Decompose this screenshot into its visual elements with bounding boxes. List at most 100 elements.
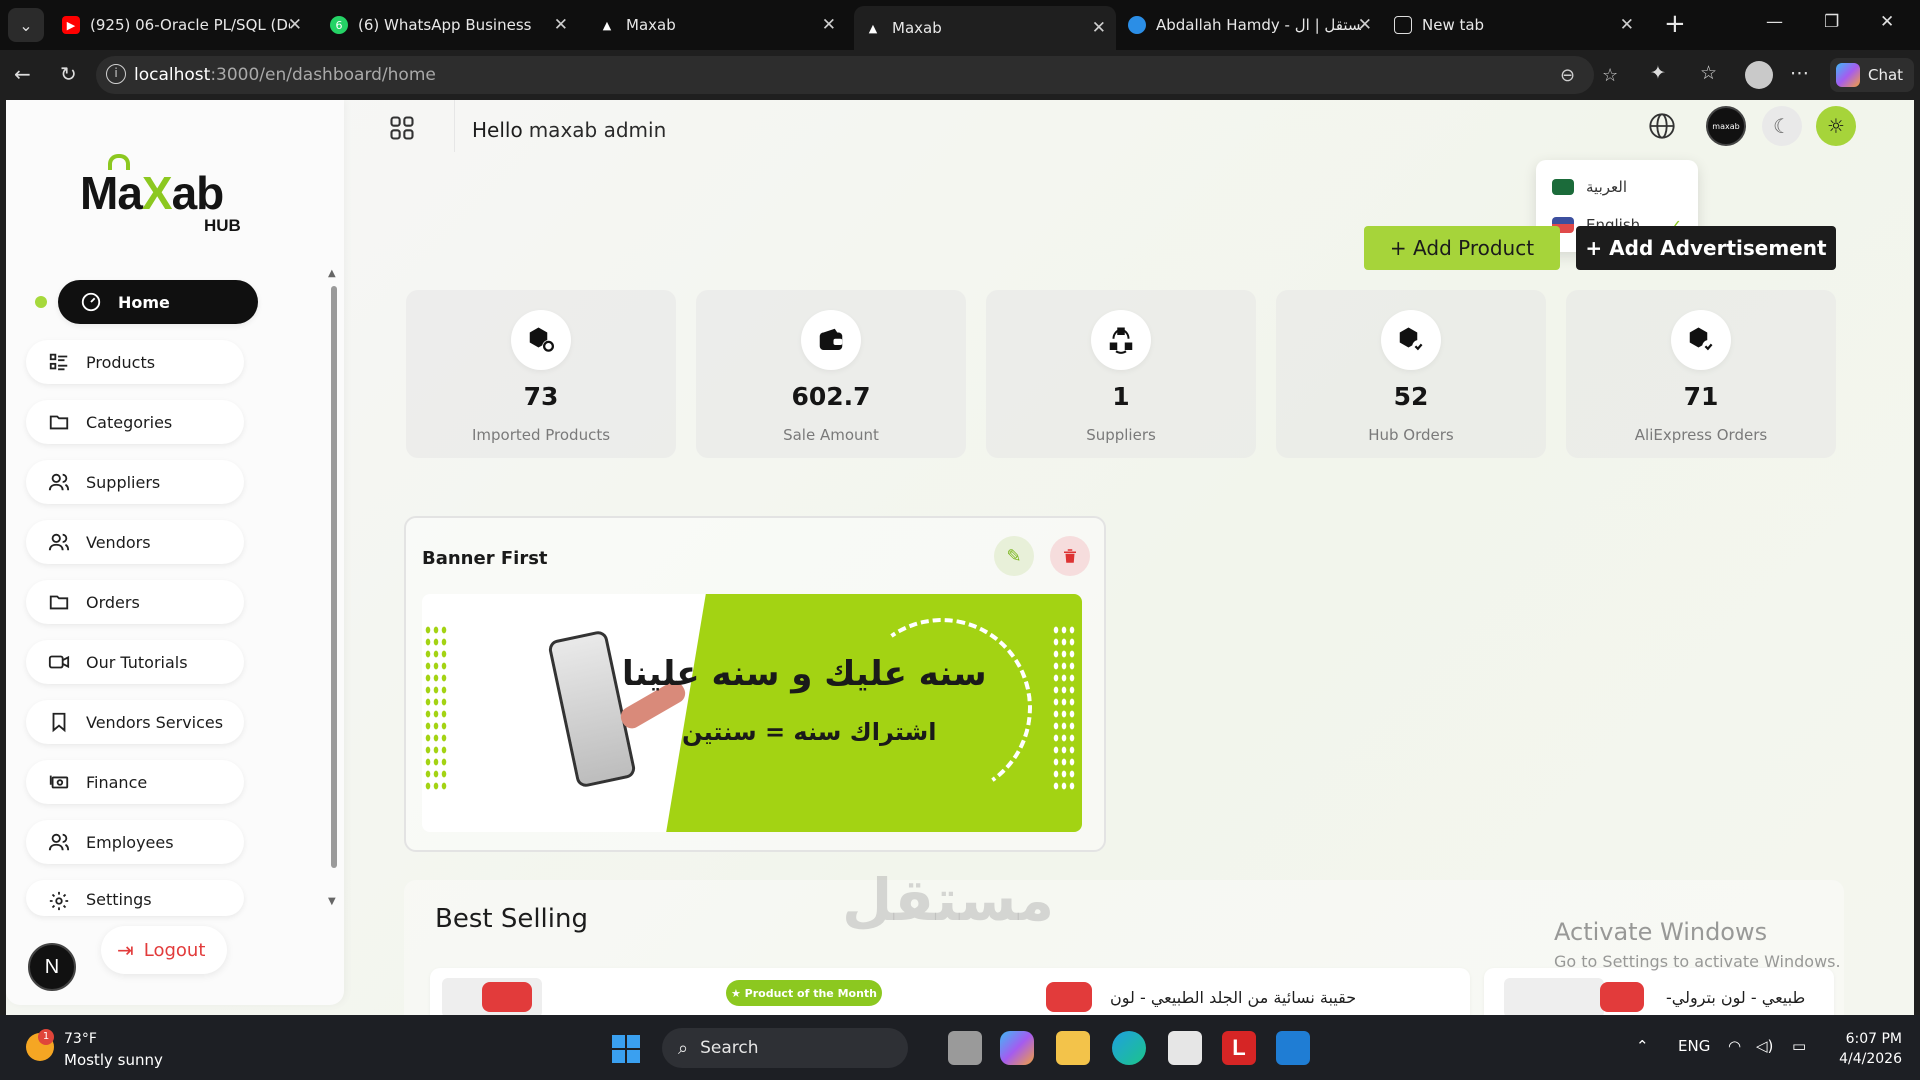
greeting: Hello maxab admin <box>472 118 666 142</box>
product-title[interactable]: حقيبة نسائية من الجلد الطبيعي - لون <box>1110 988 1356 1007</box>
window-close-icon[interactable]: ✕ <box>1880 12 1894 32</box>
language-globe-button[interactable] <box>1642 106 1682 146</box>
taskbar-search[interactable]: ⌕ Search <box>662 1028 908 1068</box>
restore-icon[interactable]: ❐ <box>1824 12 1839 32</box>
info-icon[interactable]: i <box>106 64 126 84</box>
reading-mode-icon[interactable]: ⊖ <box>1560 65 1575 86</box>
sidebar-item-orders[interactable]: Orders <box>26 580 244 624</box>
close-icon[interactable]: ✕ <box>1358 15 1372 35</box>
edge-browser-icon[interactable] <box>1112 1031 1146 1065</box>
battery-icon[interactable]: ▭ <box>1792 1037 1806 1055</box>
tab-title: Maxab <box>892 19 942 37</box>
scroll-up-arrow-icon[interactable]: ▲ <box>328 268 336 279</box>
sidebar-item-our-tutorials[interactable]: Our Tutorials <box>26 640 244 684</box>
file-explorer-icon[interactable] <box>1056 1031 1090 1065</box>
wifi-icon[interactable]: ◠ <box>1728 1037 1741 1055</box>
new-tab-plus-icon[interactable]: + <box>1664 10 1686 38</box>
sidebar-item-vendors[interactable]: Vendors <box>26 520 244 564</box>
banner-dots-decoration <box>1052 624 1076 794</box>
close-icon[interactable]: ✕ <box>1620 15 1634 35</box>
tab-actions-menu-button[interactable]: ⌄ <box>8 8 44 42</box>
browser-tab[interactable]: New tab ✕ <box>1384 6 1644 44</box>
video-icon <box>48 651 70 673</box>
system-clock[interactable]: 6:07 PM 4/4/2026 <box>1826 1029 1902 1069</box>
close-icon[interactable]: ✕ <box>288 15 302 35</box>
sidebar-item-employees[interactable]: Employees <box>26 820 244 864</box>
grid-menu-button[interactable] <box>384 110 420 146</box>
mostaql-icon <box>1128 16 1146 34</box>
input-language[interactable]: ENG <box>1678 1037 1710 1055</box>
stat-label: Hub Orders <box>1368 426 1454 444</box>
back-arrow-icon[interactable]: ← <box>14 62 31 86</box>
app-l-icon[interactable]: L <box>1222 1031 1256 1065</box>
copilot-app-icon[interactable] <box>1000 1031 1034 1065</box>
sidebar-scrollbar[interactable] <box>331 286 337 868</box>
product-title[interactable]: طبيعي - لون بترولي- <box>1666 988 1805 1007</box>
logo-hub-text: HUB <box>204 216 241 235</box>
address-url: localhost:3000/en/dashboard/home <box>134 65 436 85</box>
sidebar-item-vendors-services[interactable]: Vendors Services <box>26 700 244 744</box>
microsoft-store-icon[interactable] <box>1168 1031 1202 1065</box>
boxes-cycle-icon <box>1091 310 1151 370</box>
discount-badge <box>1600 982 1644 1012</box>
nextjs-dev-badge[interactable]: N <box>28 943 76 991</box>
sidebar-item-label: Home <box>118 292 170 312</box>
language-option-arabic[interactable]: العربية <box>1552 172 1692 202</box>
weather-temperature: 73°F <box>64 1031 97 1047</box>
delete-banner-button[interactable] <box>1050 536 1090 576</box>
sidebar-item-settings[interactable]: Settings <box>26 880 244 916</box>
list-icon <box>48 351 70 373</box>
taskview-icon[interactable] <box>948 1031 982 1065</box>
dark-mode-button[interactable]: ☾ <box>1762 106 1802 146</box>
favorites-icon[interactable]: ☆ <box>1700 62 1717 84</box>
sidebar-item-home[interactable]: Home <box>58 280 258 324</box>
more-menu-icon[interactable]: ⋯ <box>1790 62 1809 84</box>
add-advertisement-button[interactable]: + Add Advertisement <box>1576 226 1836 270</box>
browser-tab-active[interactable]: ▲ Maxab ✕ <box>854 6 1116 50</box>
vscode-icon[interactable] <box>1276 1031 1310 1065</box>
extensions-puzzle-icon[interactable]: ✦ <box>1650 62 1666 84</box>
sidebar-item-suppliers[interactable]: Suppliers <box>26 460 244 504</box>
browser-tab[interactable]: ▲ Maxab ✕ <box>588 6 846 44</box>
close-icon[interactable]: ✕ <box>554 15 568 35</box>
minimize-icon[interactable]: — <box>1766 12 1783 32</box>
favorite-star-icon[interactable]: ☆ <box>1602 65 1618 86</box>
profile-avatar[interactable] <box>1745 61 1773 89</box>
trash-icon <box>1064 549 1076 563</box>
close-icon[interactable]: ✕ <box>1092 18 1106 38</box>
light-mode-button[interactable]: ☼ <box>1816 106 1856 146</box>
avatar-logo-text: maxab <box>1712 121 1740 131</box>
maxab-hub-logo[interactable]: MaXab HUB <box>80 148 260 238</box>
volume-icon[interactable]: ◁) <box>1756 1037 1773 1055</box>
folder-icon <box>48 411 70 433</box>
url-host: localhost <box>134 65 211 85</box>
weather-widget[interactable]: 1 73°F Mostly sunny <box>26 1029 186 1069</box>
edit-banner-button[interactable]: ✎ <box>994 536 1034 576</box>
triangle-icon: ▲ <box>602 18 612 32</box>
stat-label: Imported Products <box>471 426 611 444</box>
sidebar-item-finance[interactable]: Finance <box>26 760 244 804</box>
browser-tab[interactable]: Abdallah Hamdy - مستقل | ال ✕ <box>1118 6 1382 44</box>
address-bar[interactable]: i localhost:3000/en/dashboard/home ⊖ ☆ <box>96 56 1618 94</box>
user-avatar-button[interactable]: maxab <box>1706 106 1746 146</box>
copilot-chat-button[interactable]: Chat <box>1830 58 1914 92</box>
sidebar-item-categories[interactable]: Categories <box>26 400 244 444</box>
browser-tab[interactable]: 6 (6) WhatsApp Business ✕ <box>320 6 578 44</box>
package-icon <box>511 310 571 370</box>
close-icon[interactable]: ✕ <box>822 15 836 35</box>
stat-card-sale-amount: 602.7 Sale Amount <box>696 290 966 458</box>
banner-image[interactable]: سنه عليك و سنه علينا اشتراك سنه = سنتين <box>422 594 1082 832</box>
tab-title: Maxab <box>626 16 676 34</box>
sidebar-item-products[interactable]: Products <box>26 340 244 384</box>
reload-icon[interactable]: ↻ <box>60 62 77 86</box>
tray-chevron-up-icon[interactable]: ⌃ <box>1636 1037 1649 1055</box>
banner-card: Banner First ✎ سنه عليك و سنه علينا اشتر… <box>404 516 1106 852</box>
activate-subtitle: Go to Settings to activate Windows. <box>1554 952 1841 971</box>
add-product-button[interactable]: + Add Product <box>1364 226 1560 270</box>
search-icon: ⌕ <box>678 1037 689 1059</box>
browser-tab[interactable]: ▶ (925) 06-Oracle PL/SQL (Decla ✕ <box>52 6 312 44</box>
scroll-down-arrow-icon[interactable]: ▼ <box>328 896 336 907</box>
logout-button[interactable]: ⇥ Logout <box>101 926 227 974</box>
triangle-icon: ▲ <box>868 21 878 35</box>
start-windows-icon[interactable] <box>612 1035 640 1063</box>
